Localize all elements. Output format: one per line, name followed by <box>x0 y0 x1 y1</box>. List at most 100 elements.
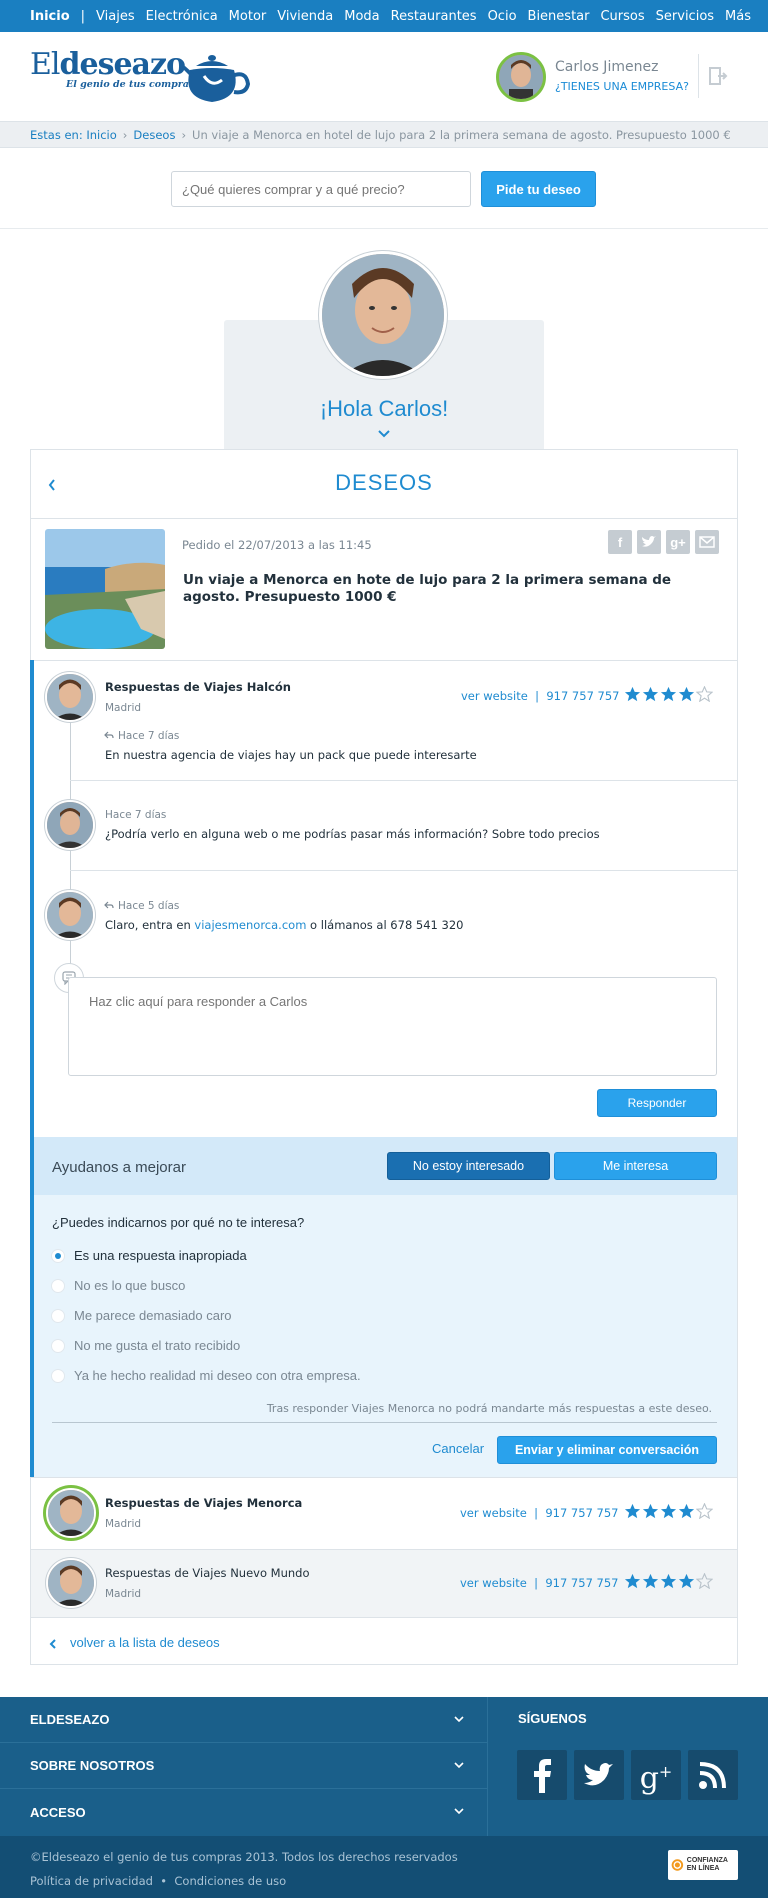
feedback-question: ¿Puedes indicarnos por qué no te interes… <box>52 1215 305 1230</box>
website-link[interactable]: viajesmenorca.com <box>194 918 306 932</box>
divider <box>70 780 737 781</box>
radio-option-trato[interactable] <box>51 1339 65 1353</box>
provider-avatar[interactable] <box>46 1558 96 1608</box>
not-interested-button[interactable]: No estoy interesado <box>387 1152 550 1180</box>
message-text: ¿Podría verlo en alguna web o me podrías… <box>105 827 600 841</box>
breadcrumb-deseos[interactable]: Deseos <box>133 128 175 142</box>
chevron-down-icon <box>454 1716 464 1723</box>
divider <box>52 1422 717 1423</box>
search-input[interactable] <box>171 171 471 207</box>
facebook-icon[interactable]: f <box>608 530 632 554</box>
nav-item-bienestar[interactable]: Bienestar <box>528 9 590 24</box>
share-buttons: f g+ <box>608 530 719 554</box>
provider-city: Madrid <box>105 702 142 714</box>
logout-icon[interactable] <box>708 66 728 86</box>
conditions-link[interactable]: Condiciones de uso <box>174 1874 286 1888</box>
star-filled-icon <box>642 1503 659 1519</box>
nav-item-mas[interactable]: Más <box>725 9 751 24</box>
nav-item-viajes[interactable]: Viajes <box>96 9 135 24</box>
nav-item-ocio[interactable]: Ocio <box>488 9 517 24</box>
website-link[interactable]: ver website <box>460 1506 527 1520</box>
radio-option-no-busco[interactable] <box>51 1279 65 1293</box>
option-label[interactable]: Ya he hecho realidad mi deseo con otra e… <box>74 1368 361 1383</box>
teapot-logo-icon <box>182 55 251 102</box>
message-text-before: Claro, entra en <box>105 918 195 932</box>
user-name[interactable]: Carlos Jimenez <box>555 59 658 75</box>
chevron-left-icon[interactable] <box>48 1637 58 1651</box>
nav-item-vivienda[interactable]: Vivienda <box>277 9 333 24</box>
facebook-icon[interactable] <box>517 1750 567 1800</box>
phone-number[interactable]: 917 757 757 <box>545 1506 618 1520</box>
nav-separator: | <box>80 8 86 24</box>
option-label[interactable]: Es una respuesta inapropiada <box>74 1248 247 1263</box>
phone-number[interactable]: 917 757 757 <box>545 1576 618 1590</box>
breadcrumb-separator: › <box>181 127 187 142</box>
divider <box>0 228 768 229</box>
website-link[interactable]: ver website <box>461 689 528 703</box>
option-label[interactable]: No es lo que busco <box>74 1278 185 1293</box>
privacy-link[interactable]: Política de privacidad <box>30 1874 153 1888</box>
company-link[interactable]: ¿TIENES UNA EMPRESA? <box>555 80 689 93</box>
profile-photo <box>319 251 447 379</box>
star-filled-icon <box>624 1573 641 1589</box>
option-label[interactable]: Me parece demasiado caro <box>74 1308 232 1323</box>
interested-button[interactable]: Me interesa <box>554 1152 717 1180</box>
provider-avatar[interactable] <box>46 1488 96 1538</box>
star-filled-icon <box>642 686 659 702</box>
nav-item-restaurantes[interactable]: Restaurantes <box>391 9 477 24</box>
googleplus-icon[interactable]: g+ <box>666 530 690 554</box>
nav-item-electronica[interactable]: Electrónica <box>146 9 218 24</box>
footer-section-sobre-nosotros[interactable]: SOBRE NOSOTROS <box>0 1743 487 1789</box>
provider-avatar[interactable] <box>45 890 95 940</box>
breadcrumb: Estas en: Inicio › Deseos › Un viaje a M… <box>0 122 768 148</box>
phone-number[interactable]: 917 757 757 <box>546 689 619 703</box>
chevron-down-icon <box>454 1762 464 1769</box>
twitter-icon[interactable] <box>637 530 661 554</box>
nav-item-cursos[interactable]: Cursos <box>600 9 644 24</box>
nav-item-moda[interactable]: Moda <box>344 9 379 24</box>
user-avatar[interactable] <box>496 52 546 102</box>
logo-text-light: El <box>30 47 60 82</box>
cancel-link[interactable]: Cancelar <box>432 1441 484 1456</box>
feedback-note: Tras responder Viajes Menorca no podrá m… <box>266 1402 712 1415</box>
responder-button[interactable]: Responder <box>597 1089 717 1117</box>
nav-item-motor[interactable]: Motor <box>229 9 267 24</box>
radio-option-caro[interactable] <box>51 1309 65 1323</box>
provider-name[interactable]: Respuestas de Viajes Halcón <box>105 680 291 694</box>
provider-avatar[interactable] <box>45 672 95 722</box>
wish-title: Un viaje a Menorca en hote de lujo para … <box>183 572 672 605</box>
rss-icon[interactable] <box>688 1750 738 1800</box>
legal-links: Política de privacidad • Condiciones de … <box>30 1874 286 1888</box>
provider-city: Madrid <box>105 1588 142 1600</box>
divider <box>31 660 737 661</box>
mail-icon[interactable] <box>695 530 719 554</box>
back-to-list-link[interactable]: volver a la lista de deseos <box>70 1635 220 1650</box>
breadcrumb-inicio[interactable]: Inicio <box>86 128 116 142</box>
reply-textarea[interactable] <box>68 977 717 1076</box>
footer-section-acceso[interactable]: ACCESO <box>0 1789 487 1835</box>
trust-badge-icon <box>671 1859 684 1871</box>
googleplus-icon[interactable]: g+ <box>631 1750 681 1800</box>
website-link[interactable]: ver website <box>460 1576 527 1590</box>
nav-item-servicios[interactable]: Servicios <box>656 9 714 24</box>
site-logo[interactable]: Eldeseazo El genio de tus compras <box>30 47 195 91</box>
option-label[interactable]: No me gusta el trato recibido <box>74 1338 240 1353</box>
pide-tu-deseo-button[interactable]: Pide tu deseo <box>481 171 596 207</box>
chevron-down-icon[interactable] <box>374 428 394 440</box>
star-empty-icon <box>696 686 713 702</box>
send-and-delete-button[interactable]: Enviar y eliminar conversación <box>497 1436 717 1464</box>
radio-option-otra-empresa[interactable] <box>51 1369 65 1383</box>
provider-contact: ver website | 917 757 757 <box>461 689 620 703</box>
footer-section-eldeseazo[interactable]: ELDESEAZO <box>0 1697 487 1743</box>
trust-badge[interactable]: CONFIANZA EN LÍNEA <box>668 1850 738 1880</box>
rating-stars <box>624 1573 713 1589</box>
provider-name[interactable]: Respuestas de Viajes Nuevo Mundo <box>105 1566 310 1580</box>
twitter-icon[interactable] <box>574 1750 624 1800</box>
logo-tagline: El genio de tus compras <box>66 79 195 90</box>
site-header: Eldeseazo El genio de tus compras Carlos… <box>0 32 768 122</box>
provider-name[interactable]: Respuestas de Viajes Menorca <box>105 1496 302 1510</box>
nav-item-inicio[interactable]: Inicio <box>30 9 70 24</box>
provider-contact: ver website | 917 757 757 <box>460 1576 619 1590</box>
radio-option-inapropiada[interactable] <box>51 1249 65 1263</box>
trust-badge-text: CONFIANZA EN LÍNEA <box>686 1857 728 1872</box>
